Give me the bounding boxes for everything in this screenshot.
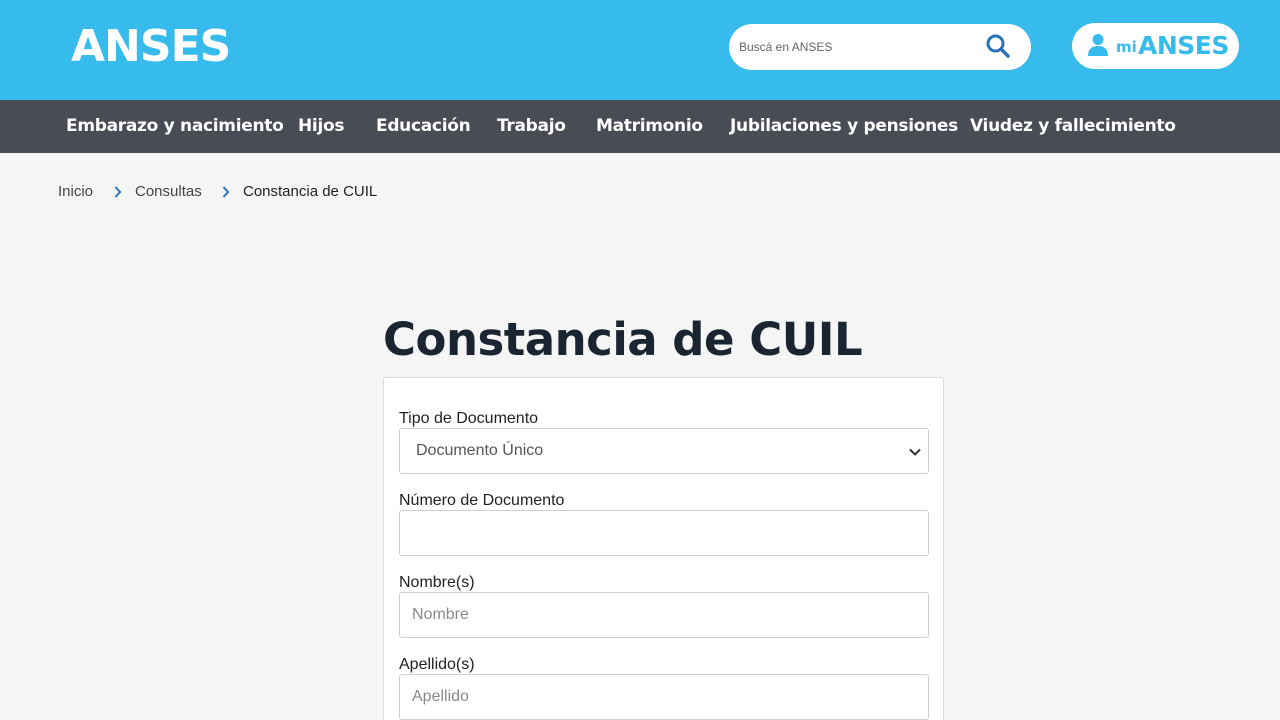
search-input[interactable] xyxy=(739,24,979,70)
user-icon xyxy=(1088,34,1108,56)
nav-item-trabajo[interactable]: Trabajo xyxy=(497,100,566,153)
nombre-label: Nombre(s) xyxy=(399,574,475,591)
chevron-right-icon xyxy=(222,186,230,198)
tipo-documento-label: Tipo de Documento xyxy=(399,410,539,427)
nombre-input[interactable] xyxy=(399,592,929,638)
chevron-right-icon xyxy=(114,186,122,198)
breadcrumb-consultas[interactable]: Consultas xyxy=(135,182,202,202)
chevron-down-icon xyxy=(909,448,921,456)
page-title: Constancia de CUIL xyxy=(383,313,863,366)
mi-anses-prefix: mi xyxy=(1116,38,1137,56)
nav-item-educacion[interactable]: Educación xyxy=(376,100,471,153)
nav-item-embarazo[interactable]: Embarazo y nacimiento xyxy=(66,100,284,153)
nav-item-hijos[interactable]: Hijos xyxy=(298,100,344,153)
nav-item-jubilaciones[interactable]: Jubilaciones y pensiones xyxy=(730,100,958,153)
nav-item-matrimonio[interactable]: Matrimonio xyxy=(596,100,703,153)
mi-anses-brand: ANSES xyxy=(1138,31,1229,60)
tipo-documento-select[interactable]: Documento Único xyxy=(399,428,929,474)
nav-item-viudez[interactable]: Viudez y fallecimiento xyxy=(970,100,1176,153)
breadcrumb-inicio[interactable]: Inicio xyxy=(58,182,93,202)
numero-documento-label: Número de Documento xyxy=(399,492,565,509)
apellido-label: Apellido(s) xyxy=(399,656,475,673)
tipo-documento-value: Documento Único xyxy=(416,442,544,459)
numero-documento-input[interactable] xyxy=(399,510,929,556)
anses-logo[interactable]: ANSES xyxy=(71,22,231,72)
apellido-input[interactable] xyxy=(399,674,929,720)
search-icon[interactable] xyxy=(985,33,1011,59)
breadcrumb-current: Constancia de CUIL xyxy=(243,183,378,200)
